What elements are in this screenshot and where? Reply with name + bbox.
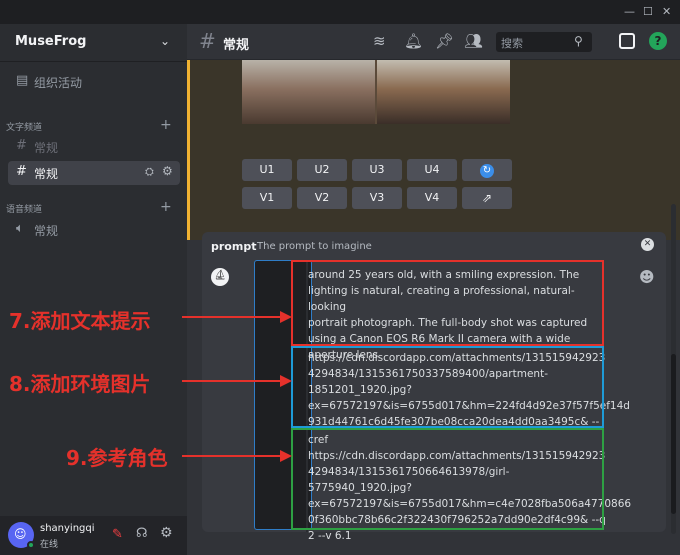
server-header[interactable]: MuseFrog ⌄ <box>0 24 187 62</box>
category-label: 文字频道 <box>6 123 43 133</box>
upscale-button-3[interactable]: U3 <box>352 159 402 181</box>
annotation-step-9: 9.参考角色 <box>66 446 168 470</box>
channel-header: # 常规 ≋ 🔔︎ 📌︎ 👥︎ 搜索 ⚲ ? <box>187 24 680 60</box>
generated-image-grid[interactable] <box>242 60 510 124</box>
category-voice-channels[interactable]: 语音频道 + <box>6 199 172 215</box>
variation-button-4[interactable]: V4 <box>407 187 457 209</box>
headphones-icon[interactable]: ☊ <box>136 526 148 541</box>
user-settings-gear-icon[interactable]: ⚙ <box>160 525 173 541</box>
user-status: 在线 <box>40 540 59 550</box>
arrow-line <box>182 316 282 318</box>
add-member-icon[interactable]: ⛭ <box>145 165 154 179</box>
search-icon: ⚲ <box>574 34 583 48</box>
upscale-button-1[interactable]: U1 <box>242 159 292 181</box>
channel-sidebar: MuseFrog ⌄ ▤ 组织活动 文字频道 + # 常规 # 常规 ⛭ ⚙ 语… <box>0 24 187 555</box>
highlight-box-text-prompt <box>291 260 604 346</box>
command-option-header: prompt The prompt to imagine ✕ <box>202 232 666 254</box>
hash-icon: # <box>16 138 27 153</box>
scrollbar-track[interactable] <box>671 204 676 534</box>
variation-button-1[interactable]: V1 <box>242 187 292 209</box>
minimize-button[interactable]: — <box>624 5 635 19</box>
annotation-step-7: 7.添加文本提示 <box>9 309 151 333</box>
search-placeholder: 搜索 <box>501 37 523 50</box>
calendar-icon: ▤ <box>16 73 29 88</box>
variation-button-2[interactable]: V2 <box>297 187 347 209</box>
generated-image-4[interactable] <box>377 60 510 124</box>
channel-label: 常规 <box>34 224 59 238</box>
highlight-box-environment <box>291 346 604 428</box>
server-name: MuseFrog <box>15 34 87 49</box>
maximize-button[interactable]: ☐ <box>643 5 653 19</box>
channel-item-active[interactable]: # 常规 ⛭ ⚙ <box>8 161 180 185</box>
arrow-head-icon <box>280 375 292 387</box>
close-option-icon[interactable]: ✕ <box>641 238 654 251</box>
variation-button-3[interactable]: V3 <box>352 187 402 209</box>
chevron-down-icon[interactable]: ⌄ <box>160 34 170 48</box>
avatar[interactable]: ☺ <box>8 522 35 549</box>
scrollbar-thumb[interactable] <box>671 354 676 514</box>
sidebar-item-label: 组织活动 <box>34 76 83 90</box>
inbox-icon[interactable] <box>619 33 635 49</box>
category-label: 语音频道 <box>6 205 43 215</box>
upscale-button-4[interactable]: U4 <box>407 159 457 181</box>
bot-logo-icon: ⛵︎ <box>214 270 227 281</box>
arrow-head-icon <box>280 450 292 462</box>
external-link-icon: ⇗ <box>481 191 493 205</box>
command-option-hint: The prompt to imagine <box>257 241 372 252</box>
add-channel-icon[interactable]: + <box>160 117 172 133</box>
command-option-name: prompt <box>211 240 257 253</box>
add-channel-icon[interactable]: + <box>160 199 172 215</box>
bell-icon[interactable]: 🔔︎ <box>404 32 423 50</box>
message-area: U1 U2 U3 U4 ↻ V1 V2 V3 V4 ⇗ <box>187 60 680 240</box>
mention-highlight-bar <box>187 60 190 240</box>
username: shanyingqi <box>40 523 95 534</box>
arrow-head-icon <box>280 311 292 323</box>
upscale-button-2[interactable]: U2 <box>297 159 347 181</box>
annotation-step-8: 8.添加环境图片 <box>9 372 151 396</box>
channel-label: 常规 <box>34 141 59 155</box>
speaker-icon: 🔈︎ <box>16 221 24 236</box>
close-window-button[interactable]: ✕ <box>662 5 671 19</box>
window-titlebar: — ☐ ✕ <box>0 0 680 24</box>
emoji-picker-icon[interactable]: ☻ <box>639 268 655 286</box>
reroll-button[interactable]: ↻ <box>462 159 512 181</box>
user-panel: ☺ shanyingqi 在线 ✎ ☊ ⚙ <box>0 516 187 555</box>
discord-logo-icon: ☺ <box>14 527 27 541</box>
online-status-dot <box>27 541 35 549</box>
arrow-line <box>182 455 282 457</box>
open-link-button[interactable]: ⇗ <box>462 187 512 209</box>
pin-icon[interactable]: 📌︎ <box>435 32 454 50</box>
bot-avatar: ⛵︎ <box>211 268 229 286</box>
channel-label: 常规 <box>34 167 59 181</box>
highlight-box-character <box>291 428 604 530</box>
arrow-line <box>182 380 282 382</box>
hash-icon: # <box>199 29 216 53</box>
generated-image-3[interactable] <box>242 60 375 124</box>
sidebar-item-events[interactable]: ▤ 组织活动 <box>8 70 180 94</box>
search-input[interactable]: 搜索 ⚲ <box>496 32 592 52</box>
channel-title: 常规 <box>223 38 250 53</box>
refresh-icon: ↻ <box>480 164 494 178</box>
voice-channel-item[interactable]: 🔈︎ 常规 <box>8 218 180 242</box>
gear-icon[interactable]: ⚙ <box>162 164 173 178</box>
hash-icon: # <box>16 164 27 179</box>
members-icon[interactable]: 👥︎ <box>464 32 483 50</box>
main-content: # 常规 ≋ 🔔︎ 📌︎ 👥︎ 搜索 ⚲ ? U1 U2 U3 U4 ↻ V1 … <box>187 24 680 555</box>
threads-icon[interactable]: ≋ <box>373 32 386 50</box>
help-icon[interactable]: ? <box>649 32 667 50</box>
channel-item[interactable]: # 常规 <box>8 135 180 159</box>
mute-mic-icon[interactable]: ✎ <box>112 527 123 542</box>
category-text-channels[interactable]: 文字频道 + <box>6 117 172 133</box>
